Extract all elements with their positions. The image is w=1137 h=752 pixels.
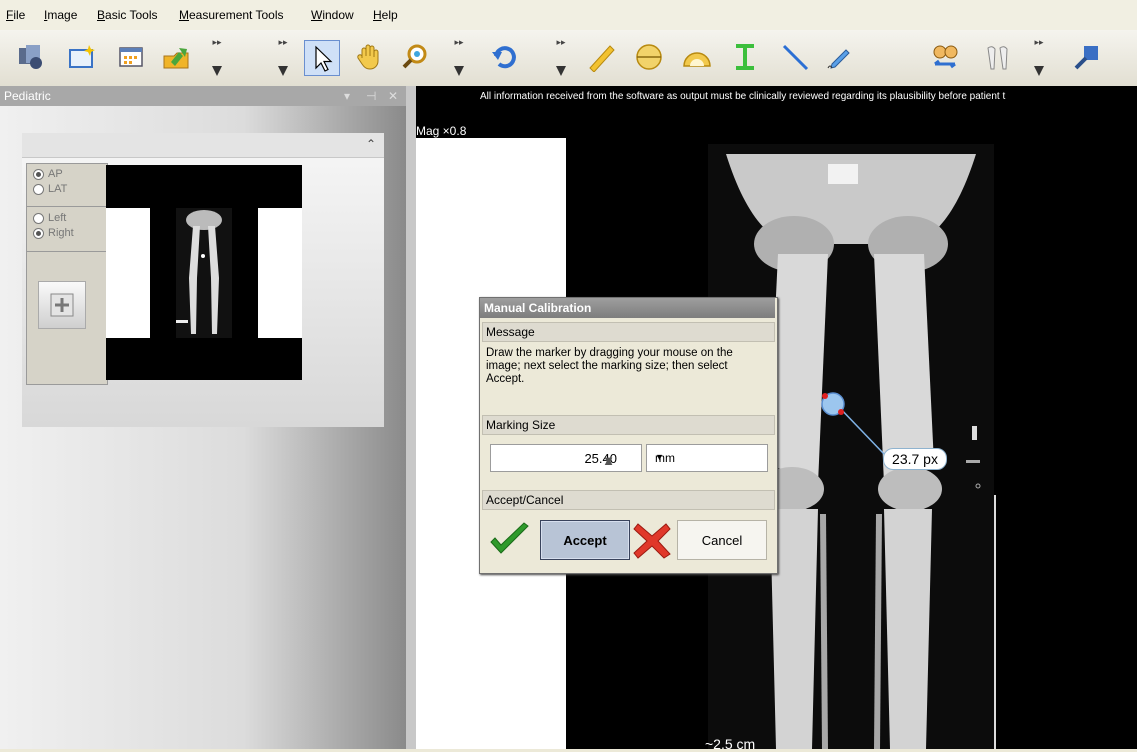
radio-divider — [27, 206, 107, 207]
size-section-header: Marking Size — [482, 415, 775, 435]
toolbar-overflow-handle[interactable]: ▸▸ — [1032, 38, 1046, 76]
scale-label: ~2.5 cm — [705, 736, 756, 752]
select-arrow-icon[interactable] — [304, 40, 340, 76]
circle-icon[interactable] — [632, 40, 666, 74]
toolbar-overflow-handle[interactable]: ▸▸ — [452, 38, 466, 76]
menu-help-accel: H — [373, 8, 382, 22]
magnification-label: Mag ×0.8 — [416, 124, 467, 138]
menu-measurement-tools-accel: M — [179, 8, 189, 22]
panel-title: Pediatric — [4, 89, 51, 103]
dialog-message: Draw the marker by dragging your mouse o… — [486, 347, 733, 385]
protractor-icon[interactable] — [680, 40, 714, 74]
new-image-icon[interactable] — [64, 40, 98, 74]
open-study-icon[interactable] — [14, 40, 48, 74]
menu-image-label: mage — [47, 8, 78, 22]
collapse-chevron-icon[interactable]: ⌃ — [366, 137, 376, 151]
radio-ap[interactable]: AP — [33, 168, 63, 180]
thumbnail-margin — [258, 208, 302, 338]
menu-image[interactable]: Image — [44, 8, 77, 22]
export-icon[interactable] — [159, 40, 193, 74]
ruler-icon[interactable] — [584, 40, 618, 74]
thumbnail-xray — [176, 208, 232, 338]
radio-right-label: Right — [48, 227, 74, 239]
radio-divider — [27, 251, 107, 252]
actions-header-label: Accept/Cancel — [486, 493, 564, 507]
menu-measurement-tools[interactable]: Measurement Tools — [179, 8, 284, 22]
radio-right[interactable]: Right — [33, 227, 74, 239]
radio-left-label: Left — [48, 212, 67, 224]
menu-help-label: elp — [381, 8, 398, 22]
radio-left[interactable]: Left — [33, 212, 66, 224]
radio-ap-label: AP — [48, 168, 63, 180]
ruler-line — [994, 495, 996, 749]
dialog-title-bar[interactable]: Manual Calibration — [480, 298, 775, 318]
hand-pan-icon[interactable] — [352, 40, 386, 74]
image-thumbnail[interactable] — [106, 165, 302, 380]
size-spinner[interactable]: ▲ ▼ — [602, 447, 639, 469]
radio-lat[interactable]: LAT — [33, 183, 67, 195]
thumbnail-margin — [106, 208, 150, 338]
view-options-group: AP LAT Left Right — [26, 163, 108, 385]
compare-people-icon[interactable] — [928, 40, 962, 74]
message-header-label: Message — [486, 325, 535, 339]
disclaimer-text: All information received from the softwa… — [480, 91, 1006, 102]
implant-icon[interactable] — [980, 40, 1014, 74]
calendar-icon[interactable] — [114, 40, 148, 74]
menu-measurement-tools-label: easurement Tools — [189, 8, 284, 22]
measurement-label: 23.7 px — [883, 448, 947, 470]
pen-edit-icon[interactable] — [822, 40, 856, 74]
menu-bar: File Image Basic Tools Measurement Tools… — [0, 0, 1137, 30]
toolbar: ▸▸ ▸▸ ▸▸ ▸▸ ▸▸ — [0, 30, 1137, 87]
panel-section-header: ⌃ — [22, 133, 384, 158]
undo-icon[interactable] — [487, 40, 521, 74]
ruler-markers — [966, 426, 981, 489]
add-image-button[interactable] — [38, 281, 86, 329]
radio-lat-indicator — [33, 183, 44, 195]
menu-basic-tools-accel: B — [97, 8, 106, 22]
menu-window-accel: W — [311, 8, 323, 22]
zoom-icon[interactable] — [398, 40, 432, 74]
cancel-x-icon[interactable] — [632, 520, 672, 560]
menu-help[interactable]: Help — [373, 8, 398, 22]
calibration-marker[interactable] — [820, 391, 846, 417]
menu-basic-tools[interactable]: Basic Tools — [97, 8, 158, 22]
toolbar-overflow-handle[interactable]: ▸▸ — [210, 38, 224, 76]
line-icon[interactable] — [778, 40, 812, 74]
panel-menu-icon[interactable]: ▾ — [344, 89, 350, 103]
radio-ap-indicator — [33, 168, 44, 180]
menu-file[interactable]: File — [6, 8, 25, 22]
spin-down-icon[interactable]: ▼ — [602, 453, 615, 468]
actions-section-header: Accept/Cancel — [482, 490, 775, 510]
radio-right-indicator — [33, 227, 44, 239]
export-dicom-icon[interactable] — [1070, 40, 1104, 74]
unit-select[interactable]: mm ▼ — [646, 444, 768, 472]
radio-lat-label: LAT — [48, 183, 68, 195]
plus-icon — [50, 293, 74, 317]
panel-splitter[interactable] — [406, 86, 416, 749]
chevron-down-icon: ▼ — [655, 452, 664, 462]
panel-pin-icon[interactable]: ⊣ — [366, 89, 376, 103]
radio-left-indicator — [33, 212, 44, 224]
menu-basic-tools-label: asic Tools — [105, 8, 158, 22]
check-icon[interactable] — [488, 522, 532, 558]
caliper-icon[interactable] — [728, 40, 762, 74]
menu-window-label: indow — [322, 8, 354, 22]
size-header-label: Marking Size — [486, 418, 556, 432]
accept-button[interactable]: Accept — [540, 520, 630, 560]
panel-close-icon[interactable]: ✕ — [388, 89, 398, 103]
marking-size-input[interactable]: 25.40 ▲ ▼ — [490, 444, 642, 472]
panel-title-bar: Pediatric ▾ ⊣ ✕ — [0, 86, 406, 106]
toolbar-overflow-handle[interactable]: ▸▸ — [276, 38, 290, 76]
cancel-button[interactable]: Cancel — [677, 520, 767, 560]
menu-file-label: ile — [13, 8, 26, 22]
toolbar-overflow-handle[interactable]: ▸▸ — [554, 38, 568, 76]
dialog-title: Manual Calibration — [484, 301, 592, 315]
message-section-header: Message — [482, 322, 775, 342]
menu-window[interactable]: Window — [311, 8, 354, 22]
